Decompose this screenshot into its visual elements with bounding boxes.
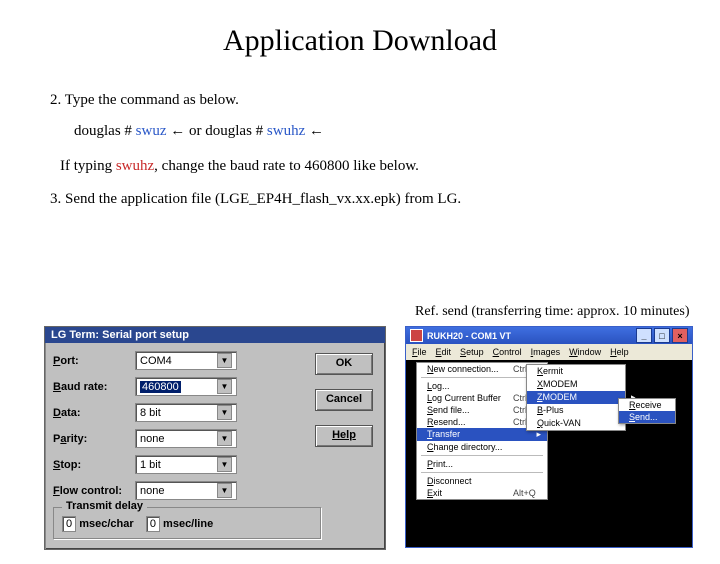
caret-down-icon: ▼ <box>217 379 232 394</box>
command-line: douglas # swuz ← or douglas # swuhz ← <box>74 123 720 140</box>
ref-note: Ref. send (transferring time: approx. 10… <box>415 304 689 320</box>
menu-item[interactable]: Change directory... <box>417 441 547 453</box>
menu-edit[interactable]: Edit <box>436 347 452 357</box>
app-icon <box>410 329 423 342</box>
menu-control[interactable]: Control <box>493 347 522 357</box>
menu-file[interactable]: File <box>412 347 427 357</box>
menu-item[interactable]: Send... <box>619 411 675 423</box>
menu-item[interactable]: Quick-VAN <box>527 417 625 430</box>
flow-select[interactable]: none▼ <box>135 481 237 500</box>
dialog-title: LG Term: Serial port setup <box>45 327 385 343</box>
parity-select[interactable]: none▼ <box>135 429 237 448</box>
close-button[interactable]: × <box>672 328 688 343</box>
caret-down-icon: ▼ <box>217 483 232 498</box>
caret-down-icon: ▼ <box>217 431 232 446</box>
stop-select[interactable]: 1 bit▼ <box>135 455 237 474</box>
zmodem-submenu[interactable]: ReceiveSend... <box>618 398 676 424</box>
menu-item[interactable]: ZMODEM <box>527 391 625 404</box>
menu-help[interactable]: Help <box>610 347 629 357</box>
menu-images[interactable]: Images <box>531 347 561 357</box>
menu-setup[interactable]: Setup <box>460 347 484 357</box>
minimize-button[interactable]: _ <box>636 328 652 343</box>
menu-item[interactable]: ExitAlt+Q <box>417 487 547 499</box>
step-2: 2. Type the command as below. <box>50 92 720 109</box>
terminal-menubar: File Edit Setup Control Images Window Help <box>406 344 692 360</box>
help-button[interactable]: Help <box>315 425 373 447</box>
data-select[interactable]: 8 bit▼ <box>135 403 237 422</box>
menu-item[interactable]: Receive <box>619 399 675 411</box>
transmit-delay-group: Transmit delay 0 msec/char 0 msec/line <box>53 507 321 539</box>
terminal-window: RUKH20 - COM1 VT _ □ × File Edit Setup Cont… <box>405 326 693 548</box>
port-select[interactable]: COM4▼ <box>135 351 237 370</box>
msec-line-input[interactable]: 0 <box>146 516 160 532</box>
caret-down-icon: ▼ <box>217 405 232 420</box>
page-title: Application Download <box>0 24 720 58</box>
menu-item[interactable]: Print... <box>417 458 547 470</box>
menu-item[interactable]: Disconnect <box>417 475 547 487</box>
msec-char-input[interactable]: 0 <box>62 516 76 532</box>
caret-down-icon: ▼ <box>217 457 232 472</box>
baud-select[interactable]: 460800▼ <box>135 377 237 396</box>
transfer-submenu[interactable]: KermitXMODEMZMODEMB-PlusQuick-VAN <box>526 364 626 431</box>
menu-item[interactable]: B-Plus <box>527 404 625 417</box>
menu-window[interactable]: Window <box>569 347 601 357</box>
cancel-button[interactable]: Cancel <box>315 389 373 411</box>
swuhz-note: If typing swuhz, change the baud rate to… <box>60 158 720 175</box>
maximize-button[interactable]: □ <box>654 328 670 343</box>
step-3: 3. Send the application file (LGE_EP4H_f… <box>50 191 720 208</box>
caret-down-icon: ▼ <box>217 353 232 368</box>
ok-button[interactable]: OK <box>315 353 373 375</box>
menu-item[interactable]: Kermit <box>527 365 625 378</box>
serial-setup-dialog: LG Term: Serial port setup OK Cancel Hel… <box>44 326 386 550</box>
terminal-titlebar: RUKH20 - COM1 VT _ □ × <box>406 327 692 344</box>
menu-item[interactable]: XMODEM <box>527 378 625 391</box>
